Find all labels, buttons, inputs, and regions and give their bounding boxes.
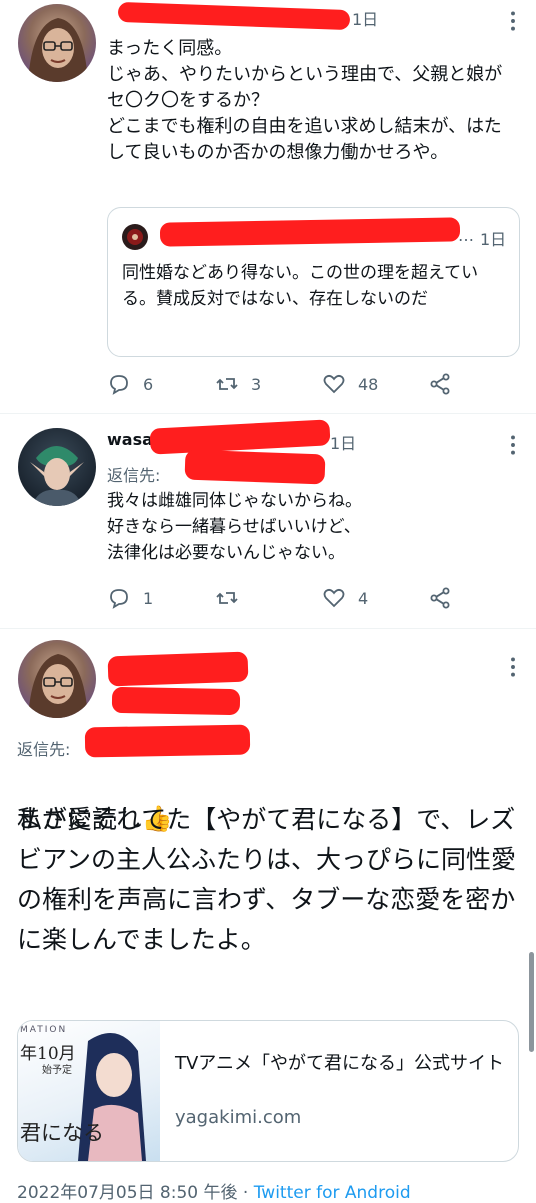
avatar-glasses-woman-icon xyxy=(28,654,88,718)
avatar-elf-icon xyxy=(30,446,84,506)
avatar[interactable] xyxy=(18,640,96,718)
like-count: 4 xyxy=(358,588,369,608)
quoted-text: 同性婚などあり得ない。この世の理を超えている。賛成反対ではない、存在しないのだ xyxy=(122,263,479,309)
share-button[interactable] xyxy=(428,586,452,610)
redacted-reply-target xyxy=(184,449,326,485)
tweet-timestamp: 2022年07月05日 8:50 午後 · Twitter for Androi… xyxy=(17,1178,411,1203)
redacted-username xyxy=(149,419,331,455)
link-card[interactable]: MATION 年10月 始予定 君になる TVアニメ「やがて君になる」公式サイト… xyxy=(17,1020,519,1162)
tweet-text: 私が愛読してた【やがて君になる】で、レズビアンの主人公ふたりは、大っぴらに同性愛… xyxy=(17,805,517,954)
tweet-text: まったく同感。 じゃあ、やりたいからという理由で、父親と娘がセ〇ク〇をするか？ … xyxy=(107,38,503,163)
more-options-icon[interactable] xyxy=(500,654,526,680)
redacted-reply-target xyxy=(84,724,251,758)
redacted-display-name xyxy=(107,651,249,687)
reply-to-label: 返信先: xyxy=(17,740,71,759)
retweet-button[interactable] xyxy=(215,586,251,610)
tweet-time: 1日 xyxy=(330,434,357,453)
separator: · xyxy=(242,1183,249,1203)
card-thumbnail: MATION 年10月 始予定 君になる xyxy=(18,1021,160,1161)
like-button[interactable]: 48 xyxy=(322,372,378,396)
more-options-icon[interactable] xyxy=(500,8,526,34)
scrollbar-thumb[interactable] xyxy=(529,952,534,1052)
reply-icon xyxy=(110,375,128,395)
retweet-count: 3 xyxy=(251,374,262,394)
retweet-button[interactable]: 3 xyxy=(215,372,261,396)
retweet-icon xyxy=(216,378,238,390)
reply-button[interactable]: 6 xyxy=(107,372,153,396)
tweet-time: 1日 xyxy=(352,10,379,29)
quoted-time: 1日 xyxy=(480,230,507,249)
more-options-icon[interactable] xyxy=(500,432,526,458)
quoted-tweet[interactable]: … 1日 同性婚などあり得ない。この世の理を超えている。賛成反対ではない、存在し… xyxy=(107,207,520,357)
timestamp: 2022年07月05日 8:50 午後 xyxy=(17,1183,238,1203)
like-count: 48 xyxy=(358,374,379,394)
reply-icon xyxy=(110,589,128,609)
card-domain: yagakimi.com xyxy=(175,1107,302,1128)
heart-icon xyxy=(323,588,345,608)
reply-count: 6 xyxy=(143,374,154,394)
card-title: TVアニメ「やがて君になる」公式サイト xyxy=(175,1053,504,1074)
share-icon xyxy=(430,587,450,609)
retweet-icon xyxy=(216,592,238,604)
like-button[interactable]: 4 xyxy=(322,586,368,610)
redacted-quoted-username xyxy=(159,217,461,247)
reply-button[interactable]: 1 xyxy=(107,586,153,610)
reply-count: 1 xyxy=(143,588,154,608)
divider xyxy=(0,413,536,414)
reply-to-label: 返信先: xyxy=(107,466,161,485)
avatar[interactable] xyxy=(18,4,96,82)
share-icon xyxy=(430,373,450,395)
redacted-username xyxy=(117,1,351,31)
quoted-ellipsis: … xyxy=(458,226,474,245)
avatar[interactable] xyxy=(18,428,96,506)
dark-avatar-icon xyxy=(127,229,143,245)
source-link[interactable]: Twitter for Android xyxy=(254,1183,411,1203)
divider xyxy=(0,628,536,629)
heart-icon xyxy=(323,374,345,394)
avatar-glasses-woman-icon xyxy=(28,18,88,82)
share-button[interactable] xyxy=(428,372,452,396)
redacted-handle xyxy=(111,686,241,716)
tweet-text: 我々は雌雄同体じゃないからね。 好きなら一緒暮らせばいいけど、 法律化は必要ない… xyxy=(107,491,362,563)
thumb-text: 君になる xyxy=(20,1121,104,1145)
quoted-avatar xyxy=(122,224,148,250)
